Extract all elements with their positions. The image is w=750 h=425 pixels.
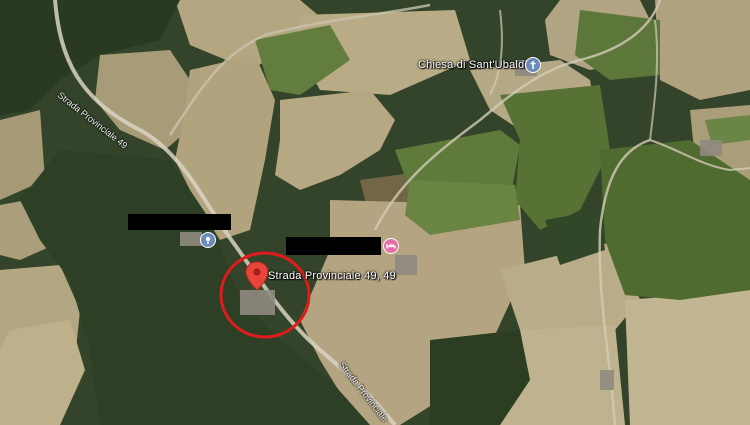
pin-address-label[interactable]: Strada Provinciale 49, 49	[268, 270, 396, 282]
highlight-overlay	[219, 251, 311, 339]
location-pin-icon[interactable]	[245, 261, 269, 291]
satellite-map[interactable]: Strada Provinciale 49 Strada Provinciale…	[0, 0, 750, 425]
